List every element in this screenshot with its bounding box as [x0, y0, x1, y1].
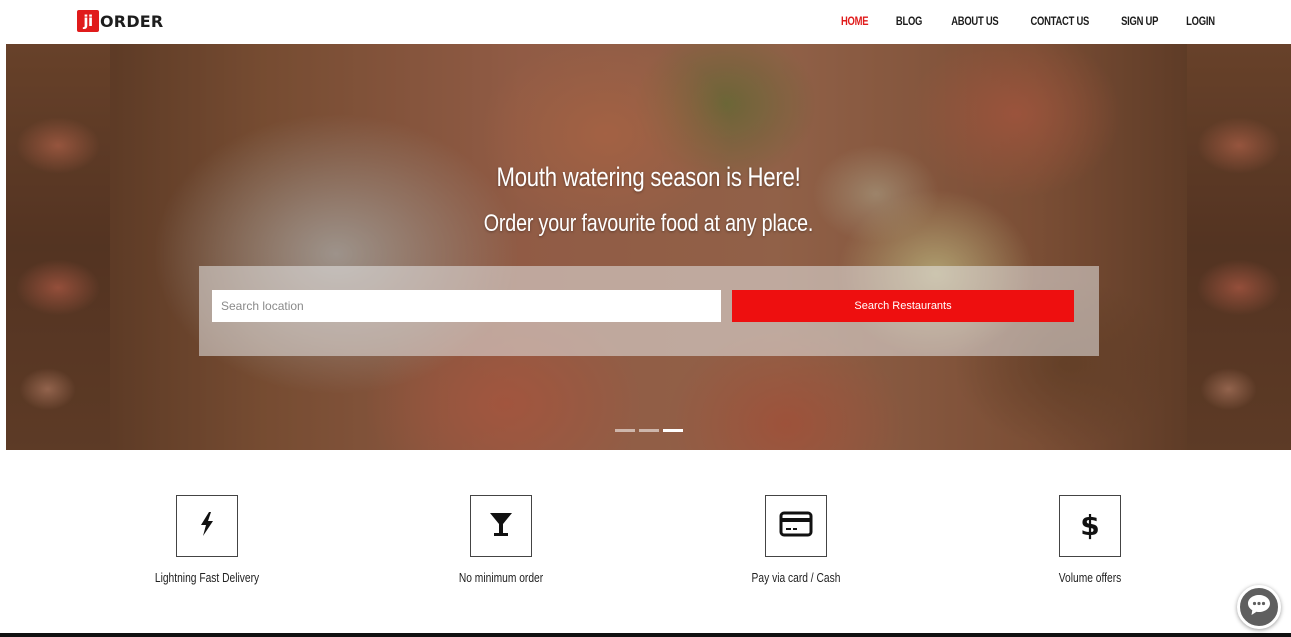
feature-volume-offers: $ Volume offers: [980, 495, 1200, 585]
feature-label: Volume offers: [1058, 571, 1122, 585]
search-restaurants-button[interactable]: Search Restaurants: [732, 290, 1074, 322]
search-location-input[interactable]: [212, 290, 721, 322]
dollar-icon: $: [1080, 509, 1100, 542]
features-section: Lightning Fast Delivery No minimum order: [0, 450, 1291, 633]
carousel-indicators: [615, 429, 683, 432]
feature-pay-via-card-cash: Pay via card / Cash: [686, 495, 906, 585]
feature-icon-box: [470, 495, 532, 557]
feature-icon-box: [176, 495, 238, 557]
logo-mark: ji: [77, 10, 99, 32]
feature-no-minimum-order: No minimum order: [391, 495, 611, 585]
site-header: ji ORDER HOME BLOG ABOUT US CONTACT US S…: [0, 0, 1291, 44]
nav-home[interactable]: HOME: [841, 16, 869, 28]
search-panel: Search Restaurants: [199, 266, 1099, 356]
chat-icon: [1246, 593, 1272, 622]
hero-subtitle: Order your favourite food at any place.: [483, 210, 814, 237]
feature-label: Pay via card / Cash: [751, 571, 841, 585]
cocktail-glass-icon: [488, 511, 514, 542]
logo[interactable]: ji ORDER: [77, 10, 163, 32]
credit-card-icon: [779, 511, 813, 542]
carousel-dot-active[interactable]: [663, 429, 683, 432]
hero-overlay: [6, 44, 1291, 450]
hero-banner: Mouth watering season is Here! Order you…: [6, 44, 1291, 450]
feature-label: No minimum order: [458, 571, 544, 585]
footer-strip: [0, 633, 1291, 637]
lightning-icon: [198, 511, 216, 542]
nav-sign-up[interactable]: SIGN UP: [1121, 16, 1158, 28]
nav-about-us[interactable]: ABOUT US: [951, 16, 999, 28]
feature-fast-delivery: Lightning Fast Delivery: [97, 495, 317, 585]
feature-icon-box: $: [1059, 495, 1121, 557]
hero-title: Mouth watering season is Here!: [496, 162, 801, 192]
feature-icon-box: [765, 495, 827, 557]
nav-login[interactable]: LOGIN: [1186, 16, 1215, 28]
chat-widget-button[interactable]: [1237, 585, 1281, 629]
carousel-dot[interactable]: [615, 429, 635, 432]
carousel-dot[interactable]: [639, 429, 659, 432]
nav-contact-us[interactable]: CONTACT US: [1031, 16, 1090, 28]
main-nav: HOME BLOG ABOUT US CONTACT US SIGN UP LO…: [838, 0, 1218, 44]
feature-label: Lightning Fast Delivery: [154, 571, 260, 585]
nav-blog[interactable]: BLOG: [896, 16, 923, 28]
logo-text: ORDER: [100, 11, 164, 31]
